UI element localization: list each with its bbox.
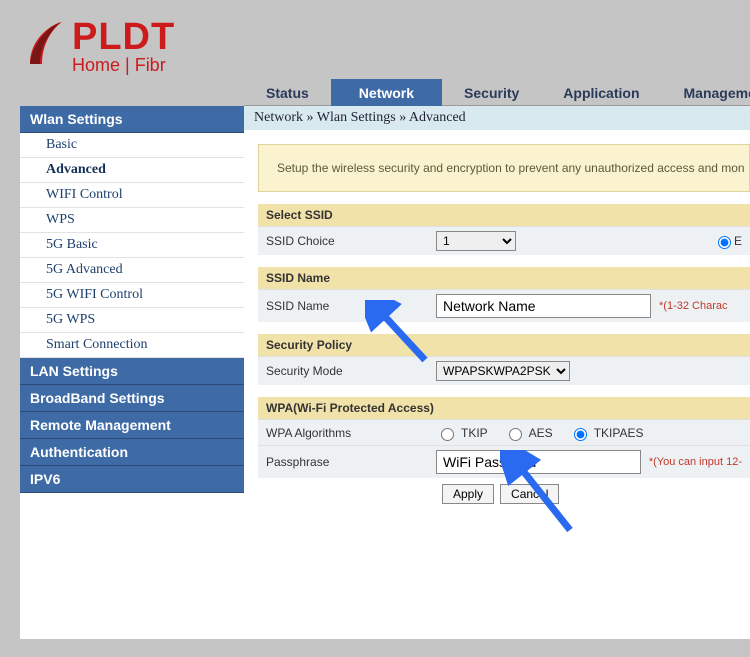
tab-status[interactable]: Status: [244, 81, 331, 105]
sidebar-item-5g-wps[interactable]: 5G WPS: [20, 308, 244, 333]
tab-security[interactable]: Security: [442, 81, 541, 105]
top-nav: Status Network Security Application Mana…: [244, 80, 750, 106]
sidebar-item-smart-connection[interactable]: Smart Connection: [20, 333, 244, 358]
sidebar-head-ipv6[interactable]: IPV6: [20, 466, 244, 493]
sidebar-item-basic[interactable]: Basic: [20, 133, 244, 158]
breadcrumb-part: Wlan Settings: [317, 110, 396, 125]
breadcrumb-part: Advanced: [409, 110, 466, 125]
algo-aes-radio[interactable]: [509, 428, 522, 441]
sidebar-item-5g-wifi-control[interactable]: 5G WIFI Control: [20, 283, 244, 308]
sidebar-head-wlan[interactable]: Wlan Settings: [20, 106, 244, 133]
breadcrumb: Network » Wlan Settings » Advanced: [244, 106, 750, 130]
description-box: Setup the wireless security and encrypti…: [258, 144, 750, 192]
sidebar-item-5g-advanced[interactable]: 5G Advanced: [20, 258, 244, 283]
sidebar-head-remote[interactable]: Remote Management: [20, 412, 244, 439]
algo-tkipaes-radio[interactable]: [574, 428, 587, 441]
ssid-name-hint: *(1-32 Charac: [659, 300, 727, 312]
section-security-policy: Security Policy: [258, 334, 750, 356]
brand-logo: PLDT Home | Fibr: [22, 18, 750, 74]
algo-tkipaes-label: TKIPAES: [594, 426, 644, 440]
sidebar-head-broadband[interactable]: BroadBand Settings: [20, 385, 244, 412]
tab-network[interactable]: Network: [331, 79, 442, 107]
sidebar-head-auth[interactable]: Authentication: [20, 439, 244, 466]
logo-sub-text: Home | Fibr: [72, 56, 175, 74]
section-select-ssid: Select SSID: [258, 204, 750, 226]
sidebar-head-lan[interactable]: LAN Settings: [20, 358, 244, 385]
apply-button[interactable]: Apply: [442, 484, 494, 504]
ssid-enable-label: E: [734, 234, 742, 248]
sidebar-item-5g-basic[interactable]: 5G Basic: [20, 233, 244, 258]
label-ssid-choice: SSID Choice: [266, 234, 436, 248]
sidebar-item-wps[interactable]: WPS: [20, 208, 244, 233]
breadcrumb-part: Network: [254, 110, 303, 125]
label-ssid-name: SSID Name: [266, 299, 436, 313]
section-wpa: WPA(Wi-Fi Protected Access): [258, 397, 750, 419]
ssid-enable-radio[interactable]: [718, 236, 731, 249]
sidebar-item-wifi-control[interactable]: WIFI Control: [20, 183, 244, 208]
sidebar: Wlan Settings Basic Advanced WIFI Contro…: [20, 106, 244, 639]
algo-aes-label: AES: [529, 426, 553, 440]
ssid-name-input[interactable]: [436, 294, 651, 318]
tab-management[interactable]: Managemen: [662, 81, 750, 105]
logo-main-text: PLDT: [72, 18, 175, 56]
cancel-button[interactable]: Cancel: [500, 484, 559, 504]
label-security-mode: Security Mode: [266, 364, 436, 378]
tab-application[interactable]: Application: [541, 81, 661, 105]
section-ssid-name: SSID Name: [258, 267, 750, 289]
label-passphrase: Passphrase: [266, 455, 436, 469]
logo-swoosh-icon: [22, 18, 66, 68]
passphrase-input[interactable]: [436, 450, 641, 474]
algo-tkip-radio[interactable]: [441, 428, 454, 441]
content-area: Network » Wlan Settings » Advanced Setup…: [244, 106, 750, 639]
algo-tkip-label: TKIP: [461, 426, 488, 440]
security-mode-select[interactable]: WPAPSKWPA2PSK: [436, 361, 570, 381]
sidebar-item-advanced[interactable]: Advanced: [20, 158, 244, 183]
passphrase-hint: *(You can input 12-: [649, 456, 742, 468]
ssid-choice-select[interactable]: 1: [436, 231, 516, 251]
label-wpa-algorithms: WPA Algorithms: [266, 426, 436, 440]
